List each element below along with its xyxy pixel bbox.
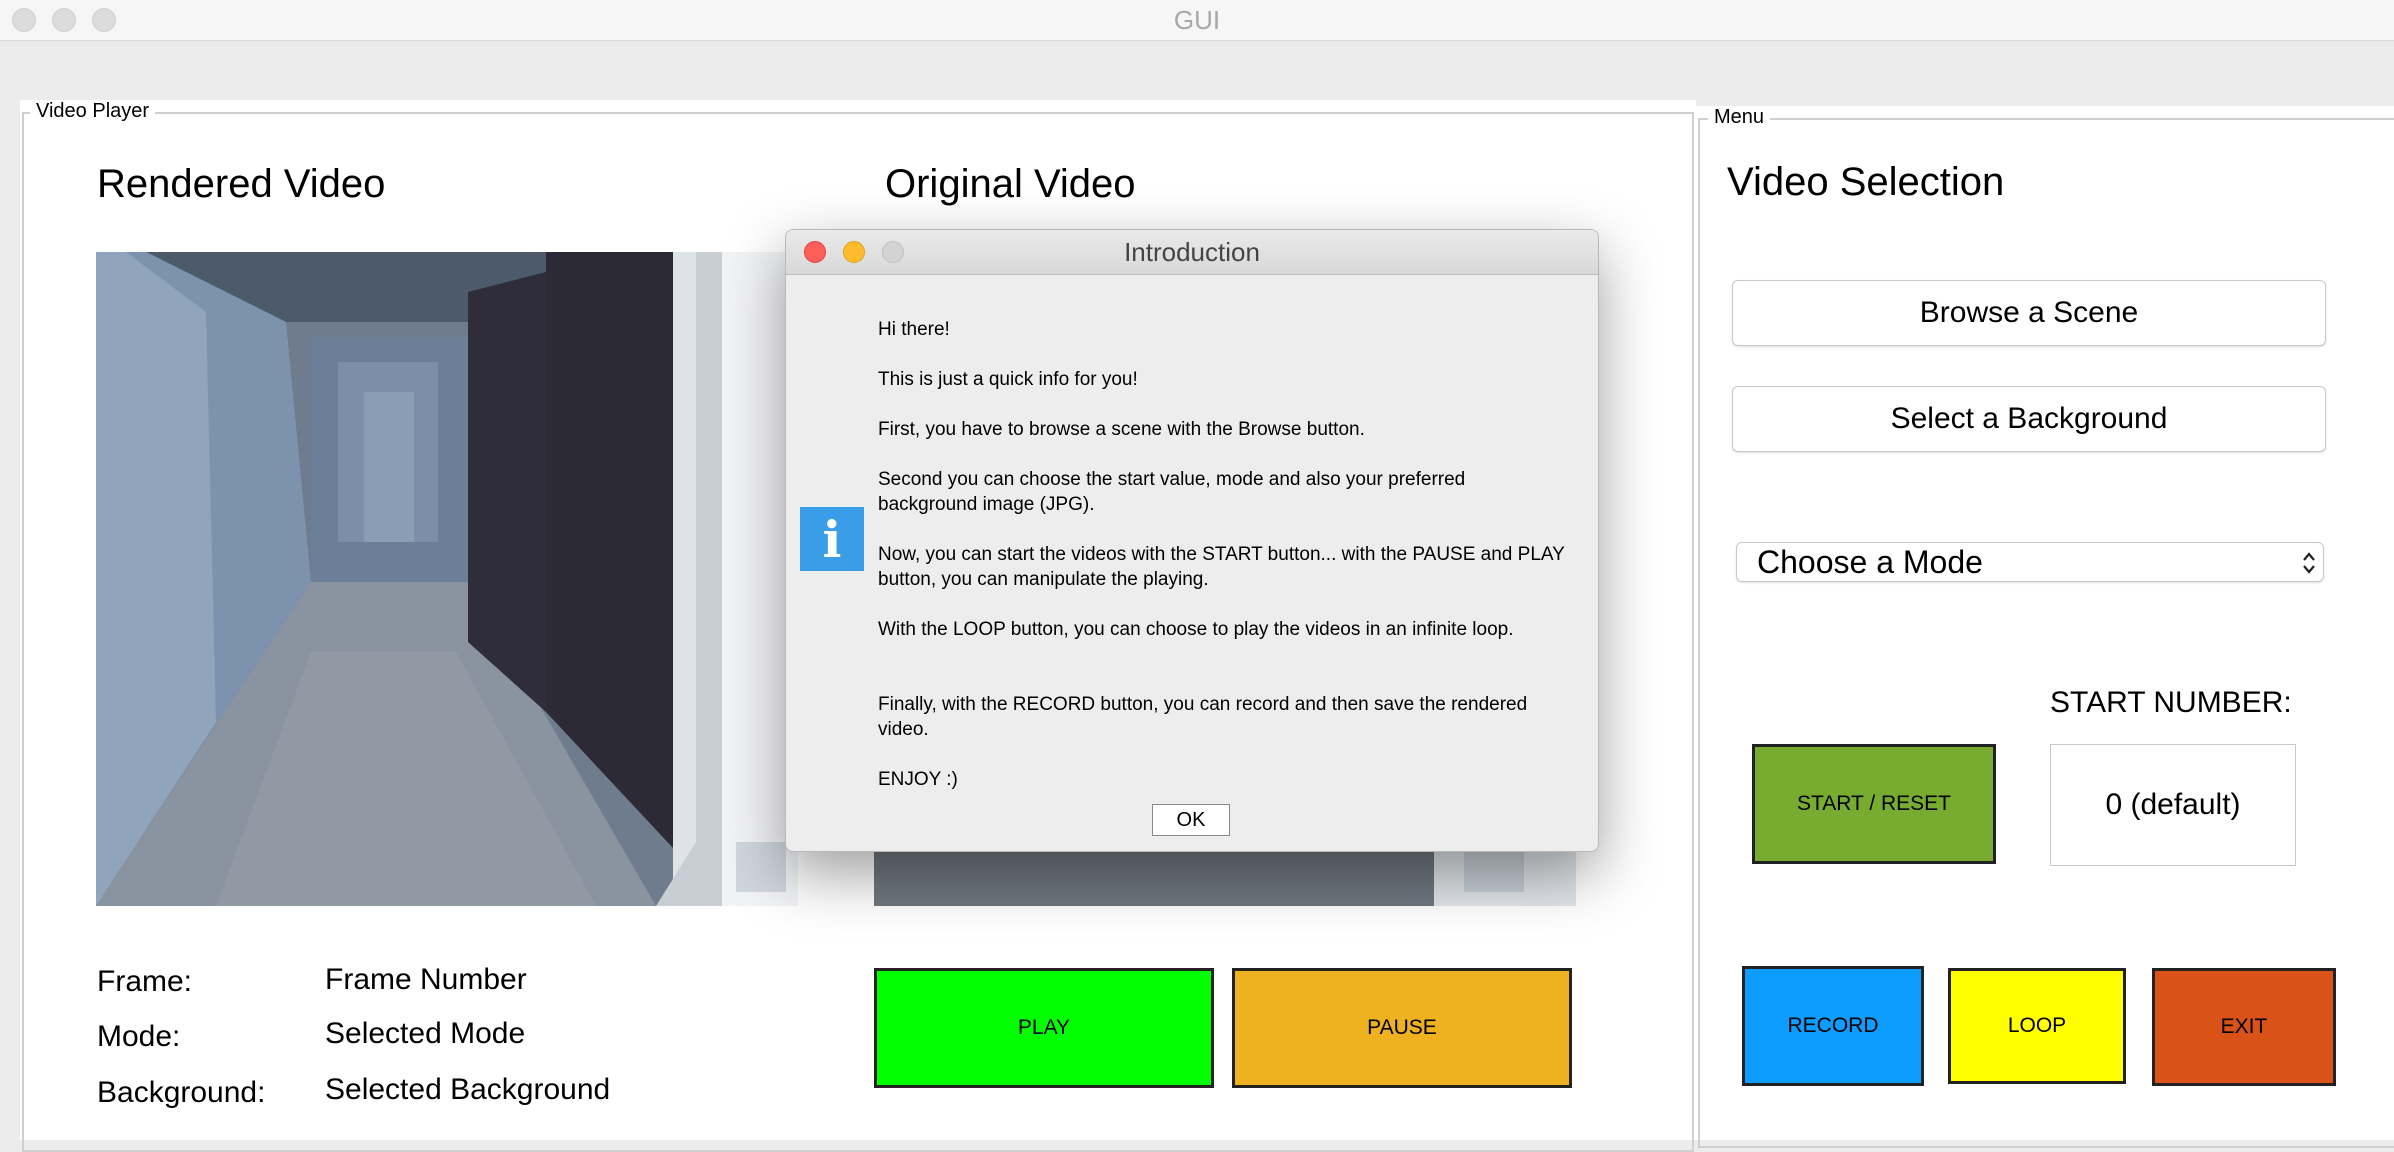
- exit-button[interactable]: EXIT: [2152, 968, 2336, 1086]
- original-video-title: Original Video: [885, 162, 1136, 206]
- dialog-paragraph-3: First, you have to browse a scene with t…: [878, 419, 1365, 440]
- introduction-dialog: Introduction i Hi there! This is just a …: [785, 229, 1599, 852]
- mode-label: Mode:: [97, 1020, 181, 1053]
- window-title: GUI: [1173, 5, 1221, 35]
- dialog-paragraph-4: Second you can choose the start value, m…: [878, 469, 1466, 515]
- video-player-group-label: Video Player: [30, 100, 156, 123]
- dialog-paragraph-1: Hi there!: [878, 319, 950, 340]
- info-icon: i: [800, 507, 864, 571]
- dialog-title: Introduction: [1124, 237, 1260, 267]
- loop-button[interactable]: LOOP: [1948, 968, 2126, 1084]
- window-titlebar: GUI: [0, 0, 2394, 41]
- start-number-label: START NUMBER:: [2050, 686, 2292, 719]
- start-reset-button[interactable]: START / RESET: [1752, 744, 1996, 864]
- browse-scene-button[interactable]: Browse a Scene: [1732, 280, 2326, 346]
- background-value: Selected Background: [325, 1073, 611, 1106]
- rendered-video-title: Rendered Video: [97, 162, 386, 206]
- dialog-paragraph-2: This is just a quick info for you!: [878, 369, 1138, 390]
- rendered-video-frame: [96, 252, 798, 906]
- dialog-paragraph-5: Now, you can start the videos with the S…: [878, 544, 1565, 590]
- mode-select-value: Choose a Mode: [1757, 543, 1983, 580]
- menu-group-label: Menu: [1708, 106, 1771, 129]
- select-background-button[interactable]: Select a Background: [1732, 386, 2326, 452]
- mode-value: Selected Mode: [325, 1017, 526, 1050]
- frame-label: Frame:: [97, 965, 193, 998]
- ok-button[interactable]: OK: [1152, 804, 1230, 836]
- select-chevron-icon: [2303, 552, 2315, 574]
- frame-value: Frame Number: [325, 963, 527, 996]
- dialog-paragraph-8: ENJOY :): [878, 769, 958, 790]
- mode-select[interactable]: Choose a Mode: [1736, 542, 2324, 582]
- start-number-input[interactable]: 0 (default): [2050, 744, 2296, 866]
- dialog-paragraph-7: Finally, with the RECORD button, you can…: [878, 694, 1528, 740]
- toolbar-area: [0, 41, 2394, 97]
- background-label: Background:: [97, 1076, 266, 1109]
- video-selection-title: Video Selection: [1727, 160, 2005, 204]
- rendered-video-image: [96, 252, 798, 906]
- pause-button[interactable]: PAUSE: [1232, 968, 1572, 1088]
- record-button[interactable]: RECORD: [1742, 966, 1924, 1086]
- dialog-paragraph-6: With the LOOP button, you can choose to …: [878, 619, 1514, 640]
- play-button[interactable]: PLAY: [874, 968, 1214, 1088]
